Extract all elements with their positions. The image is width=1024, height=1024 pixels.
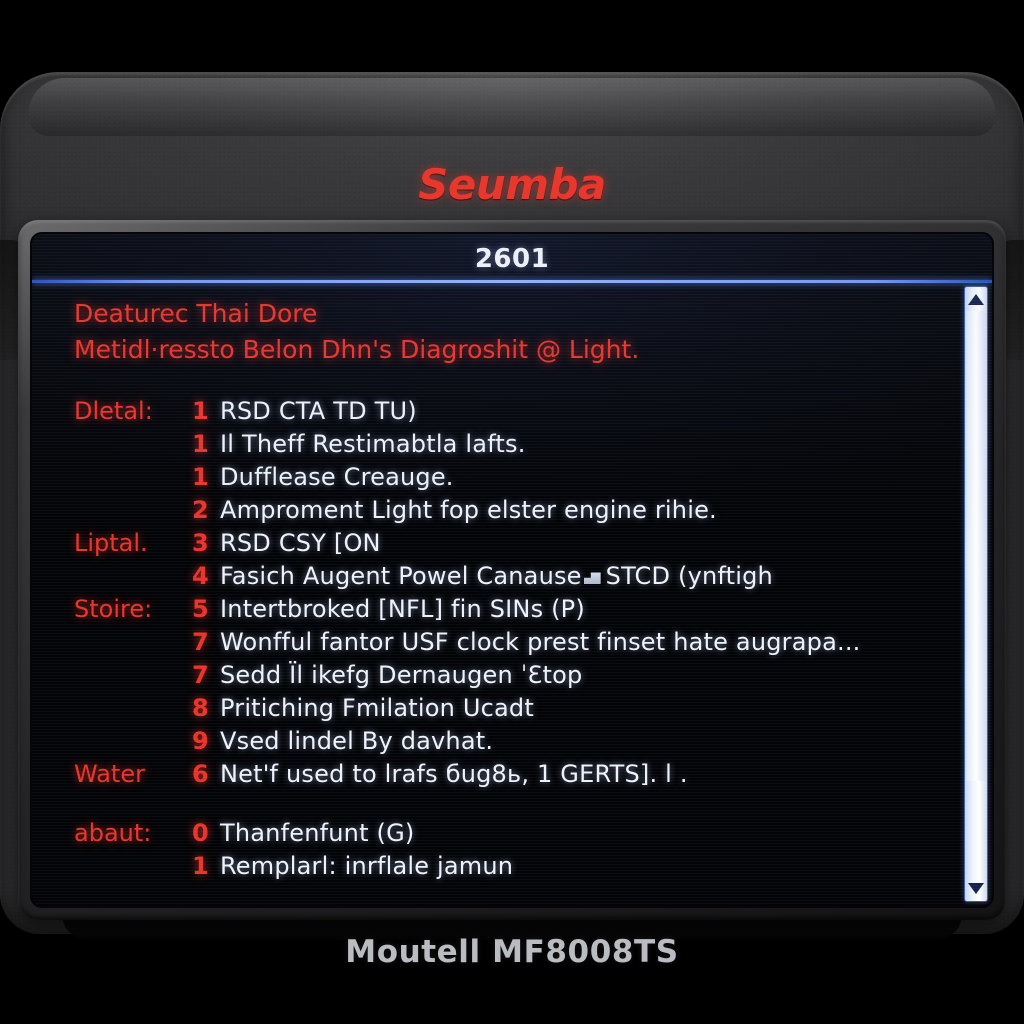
list-item[interactable]: 2 Amproment Light fop elster engine rihi… <box>32 496 992 529</box>
row-text: Thanfenfunt (G) <box>220 819 415 847</box>
screen-bezel: 2601 Deaturec Thai Dore Metidl·ressto Be… <box>18 220 1006 920</box>
triangle-up-icon[interactable] <box>968 294 984 305</box>
row-text: RSD CTA TD TU) <box>220 397 417 425</box>
row-text: Pritiching Fmilation Ucadt <box>220 694 534 722</box>
diagnostic-scanner-device: Seumba 2601 Deaturec Thai Dore Metidl·re… <box>0 72 1024 970</box>
row-number: 1 <box>192 430 209 458</box>
header-divider <box>32 280 992 283</box>
row-label: Water <box>74 760 145 788</box>
list-item[interactable]: 9 Vsed lindel By davhat. <box>32 727 992 760</box>
list-item[interactable]: Dletal: 1 RSD CTA TD TU) <box>32 397 992 430</box>
row-number: 1 <box>192 397 209 425</box>
row-text: Wonfful fantor USF clock prest finset ha… <box>220 628 861 656</box>
list-item[interactable]: abaut: 0 Thanfenfunt (G) <box>32 819 992 852</box>
row-number: 7 <box>192 628 209 656</box>
triangle-down-icon[interactable] <box>968 883 984 894</box>
list-item[interactable]: 4 Fasich Augent Powel Canause STCD (уnft… <box>32 562 992 595</box>
row-number: 4 <box>192 562 209 590</box>
brand-logo: Seumba <box>418 160 606 209</box>
list-item[interactable]: 1 Il Theff Restimabtla lafts. <box>32 430 992 463</box>
row-number: 8 <box>192 694 209 722</box>
list-item[interactable]: 7 Sedd Ïl ikefg Dernaugen ˈƐtop <box>32 661 992 694</box>
row-text: Il Theff Restimabtla lafts. <box>220 430 526 458</box>
row-text: Amproment Light fop elster engine rihie. <box>220 496 717 524</box>
row-number: 1 <box>192 463 209 491</box>
screenshot-stage: Seumba 2601 Deaturec Thai Dore Metidl·re… <box>0 0 1024 1024</box>
lcd-screen: 2601 Deaturec Thai Dore Metidl·ressto Be… <box>32 234 992 906</box>
list-item[interactable]: 1 Remplarl: inrflale jamun <box>32 852 992 885</box>
row-text: Intertbroked [NFL] fin SINs (P) <box>220 595 585 623</box>
row-text: Sedd Ïl ikefg Dernaugen ˈƐtop <box>220 661 583 689</box>
row-number: 2 <box>192 496 209 524</box>
row-number: 3 <box>192 529 209 557</box>
row-label: Dletal: <box>74 397 153 425</box>
row-text: RSD CSY [ON <box>220 529 381 557</box>
vertical-scrollbar[interactable] <box>964 286 988 902</box>
row-number: 6 <box>192 760 209 788</box>
list-item[interactable]: 7 Wonfful fantor USF clock prest finset … <box>32 628 992 661</box>
model-name-plate: Moutell MF8008TS <box>345 934 679 970</box>
screen-bezel-inner: 2601 Deaturec Thai Dore Metidl·ressto Be… <box>30 232 994 908</box>
screen-header: 2601 <box>32 234 992 280</box>
row-number: 0 <box>192 819 209 847</box>
page-title: 2601 <box>474 244 550 274</box>
row-number: 1 <box>192 852 209 880</box>
row-number: 5 <box>192 595 209 623</box>
scrollbar-thumb[interactable] <box>966 311 986 781</box>
row-text: Vsed lindel By davhat. <box>220 727 494 755</box>
block-glyph-icon <box>583 572 601 584</box>
row-text-after: STCD (уnftigh <box>605 562 773 590</box>
message-list: Deaturec Thai Dore Metidl·ressto Belon D… <box>32 283 992 906</box>
row-number: 9 <box>192 727 209 755</box>
row-label: Stoire: <box>74 595 153 623</box>
row-text: Remplarl: inrflale jamun <box>220 852 514 880</box>
row-text: Net'f used to lrafs бug8ь, 1 GERTS]. l . <box>220 760 688 788</box>
list-item[interactable]: 1 Dufflease Creauge. <box>32 463 992 496</box>
alert-heading-line-1: Deaturec Thai Dore <box>74 299 318 328</box>
row-text: Dufflease Creauge. <box>220 463 454 491</box>
list-item[interactable]: Liptal. 3 RSD CSY [ON <box>32 529 992 562</box>
list-item[interactable]: Water 6 Net'f used to lrafs бug8ь, 1 GER… <box>32 760 992 793</box>
list-item[interactable]: Stoire: 5 Intertbroked [NFL] fin SINs (P… <box>32 595 992 628</box>
row-text-before: Fasich Augent Powel Canause <box>220 562 582 590</box>
alert-heading-line-2: Metidl·ressto Belon Dhn's Diagroshit @ L… <box>74 335 640 364</box>
row-number: 7 <box>192 661 209 689</box>
row-label: Liptal. <box>74 529 148 557</box>
row-label: abaut: <box>74 819 152 847</box>
list-item[interactable]: 8 Pritiching Fmilation Ucadt <box>32 694 992 727</box>
housing-top-ridge <box>28 78 996 136</box>
